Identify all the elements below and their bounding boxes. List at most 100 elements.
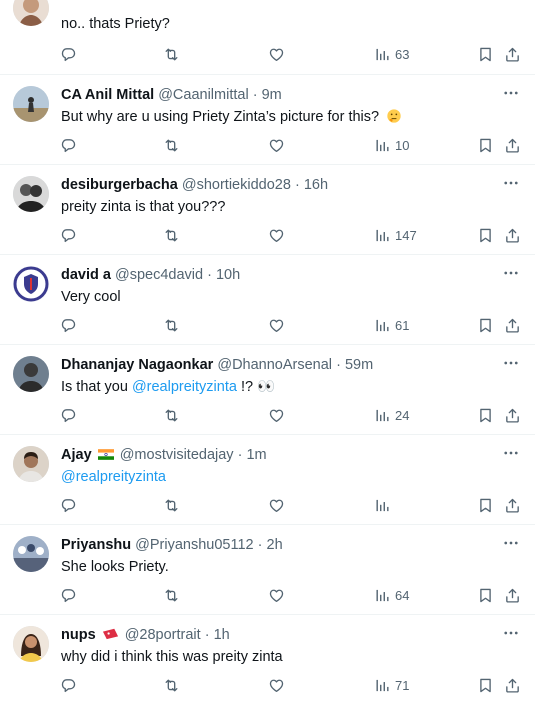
avatar[interactable] (13, 626, 49, 662)
bar-chart-icon (374, 317, 391, 334)
reply-button[interactable] (60, 494, 77, 516)
avatar[interactable] (13, 266, 49, 302)
action-bar: 61 (0, 314, 535, 336)
display-name[interactable]: nups (61, 627, 96, 643)
like-button[interactable] (268, 584, 285, 606)
bookmark-button[interactable] (477, 224, 494, 246)
reply-icon (60, 317, 77, 334)
views-button[interactable]: 24 (374, 404, 409, 426)
more-options-button[interactable] (501, 263, 521, 283)
share-button[interactable] (504, 494, 521, 516)
reply-header: desiburgerbacha @shortiekiddo28 · 16h (61, 176, 328, 194)
bookmark-button[interactable] (477, 494, 494, 516)
display-name[interactable]: CA Anil Mittal (61, 87, 154, 103)
reply-item[interactable]: david a @spec4david · 10h Very cool 61 (0, 255, 535, 345)
action-bar: 24 (0, 404, 535, 426)
reply-button[interactable] (60, 314, 77, 336)
timestamp[interactable]: 1m (246, 447, 266, 463)
share-button[interactable] (504, 314, 521, 336)
views-button[interactable]: 147 (374, 224, 417, 246)
timestamp[interactable]: 16h (304, 177, 328, 193)
reply-button[interactable] (60, 674, 77, 696)
avatar[interactable] (13, 86, 49, 122)
reply-button[interactable] (60, 134, 77, 156)
reply-item[interactable]: Dhananjay Nagaonkar @DhannoArsenal · 59m… (0, 345, 535, 435)
like-button[interactable] (268, 43, 285, 65)
share-button[interactable] (504, 224, 521, 246)
avatar[interactable] (13, 176, 49, 212)
timestamp[interactable]: 9m (262, 87, 282, 103)
timestamp[interactable]: 59m (345, 357, 373, 373)
reply-item[interactable]: CA Anil Mittal @Caanilmittal · 9m But wh… (0, 75, 535, 165)
bookmark-button[interactable] (477, 674, 494, 696)
user-handle[interactable]: @shortiekiddo28 (182, 177, 291, 193)
display-name[interactable]: Dhananjay Nagaonkar (61, 357, 213, 373)
mention-link[interactable]: @realpreityzinta (132, 379, 237, 395)
like-button[interactable] (268, 224, 285, 246)
repost-button[interactable] (163, 224, 180, 246)
bookmark-button[interactable] (477, 134, 494, 156)
views-button[interactable] (374, 494, 395, 516)
reply-button[interactable] (60, 404, 77, 426)
share-button[interactable] (504, 43, 521, 65)
reply-item[interactable]: desiburgerbacha @shortiekiddo28 · 16h pr… (0, 165, 535, 255)
like-button[interactable] (268, 674, 285, 696)
mention-link[interactable]: @realpreityzinta (61, 469, 166, 485)
reply-item[interactable]: no.. thats Priety? 63 (0, 0, 535, 75)
avatar[interactable] (13, 536, 49, 572)
repost-button[interactable] (163, 404, 180, 426)
reply-button[interactable] (60, 584, 77, 606)
views-button[interactable]: 63 (374, 43, 409, 65)
repost-button[interactable] (163, 134, 180, 156)
user-handle[interactable]: @28portrait (125, 627, 201, 643)
user-handle[interactable]: @Caanilmittal (158, 87, 248, 103)
avatar[interactable] (13, 446, 49, 482)
more-options-button[interactable] (501, 533, 521, 553)
views-button[interactable]: 61 (374, 314, 409, 336)
more-options-button[interactable] (501, 623, 521, 643)
like-button[interactable] (268, 134, 285, 156)
reply-item[interactable]: Ajay @mostvisitedajay · 1m @realpreityzi… (0, 435, 535, 525)
avatar[interactable] (13, 356, 49, 392)
bookmark-button[interactable] (477, 314, 494, 336)
share-button[interactable] (504, 134, 521, 156)
display-name[interactable]: Priyanshu (61, 537, 131, 553)
repost-button[interactable] (163, 314, 180, 336)
like-button[interactable] (268, 404, 285, 426)
bookmark-button[interactable] (477, 584, 494, 606)
like-button[interactable] (268, 314, 285, 336)
user-handle[interactable]: @spec4david (115, 267, 203, 283)
repost-button[interactable] (163, 584, 180, 606)
views-button[interactable]: 64 (374, 584, 409, 606)
user-handle[interactable]: @DhannoArsenal (217, 357, 332, 373)
like-button[interactable] (268, 494, 285, 516)
ticket-emoji-icon (102, 628, 118, 640)
more-options-button[interactable] (501, 173, 521, 193)
more-options-button[interactable] (501, 83, 521, 103)
display-name[interactable]: Ajay (61, 447, 92, 463)
more-options-button[interactable] (501, 443, 521, 463)
repost-button[interactable] (163, 43, 180, 65)
timestamp[interactable]: 2h (267, 537, 283, 553)
reply-item[interactable]: nups @28portrait · 1h why did i think th… (0, 615, 535, 705)
bookmark-button[interactable] (477, 404, 494, 426)
timestamp[interactable]: 1h (214, 627, 230, 643)
repost-button[interactable] (163, 494, 180, 516)
display-name[interactable]: desiburgerbacha (61, 177, 178, 193)
share-button[interactable] (504, 404, 521, 426)
reply-button[interactable] (60, 224, 77, 246)
more-options-button[interactable] (501, 353, 521, 373)
share-button[interactable] (504, 674, 521, 696)
reply-item[interactable]: Priyanshu @Priyanshu05112 · 2h She looks… (0, 525, 535, 615)
share-button[interactable] (504, 584, 521, 606)
user-handle[interactable]: @mostvisitedajay (120, 447, 234, 463)
timestamp[interactable]: 10h (216, 267, 240, 283)
user-handle[interactable]: @Priyanshu05112 (135, 537, 253, 553)
bookmark-button[interactable] (477, 43, 494, 65)
display-name[interactable]: david a (61, 267, 111, 283)
repost-button[interactable] (163, 674, 180, 696)
avatar[interactable] (13, 0, 49, 26)
views-button[interactable]: 71 (374, 674, 409, 696)
reply-button[interactable] (60, 43, 77, 65)
views-button[interactable]: 10 (374, 134, 409, 156)
